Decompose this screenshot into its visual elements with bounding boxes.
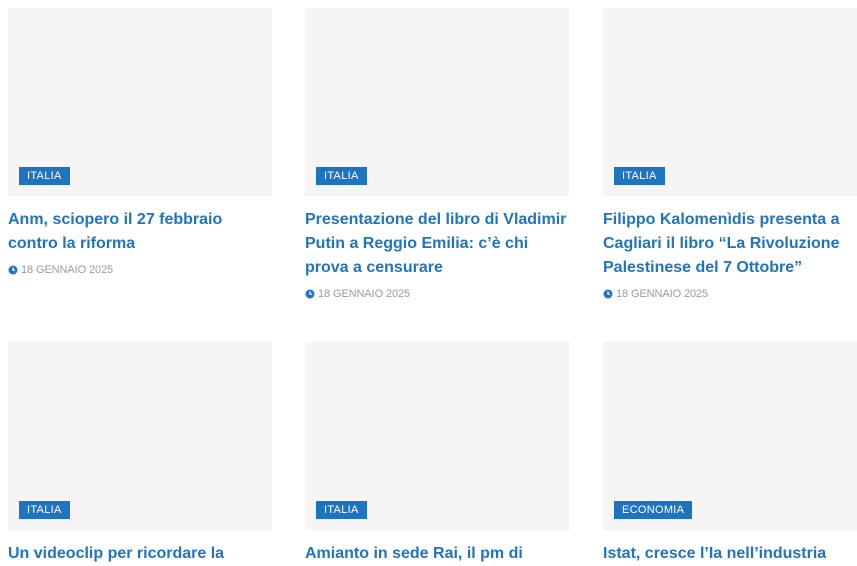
article-meta: 18 GENNAIO 2025 xyxy=(8,262,272,278)
article-title[interactable]: Un videoclip per ricordare la xyxy=(8,542,272,566)
article-meta: 18 GENNAIO 2025 xyxy=(603,286,857,302)
category-badge[interactable]: ITALIA xyxy=(614,167,665,185)
article-card: ITALIA Filippo Kalomenìdis presenta a Ca… xyxy=(603,8,857,302)
clock-icon xyxy=(603,289,613,299)
clock-icon xyxy=(8,265,18,275)
article-thumbnail[interactable]: ITALIA xyxy=(305,8,569,196)
article-title[interactable]: Presentazione del libro di Vladimir Puti… xyxy=(305,208,569,280)
category-badge[interactable]: ITALIA xyxy=(316,501,367,519)
article-card: ITALIA Amianto in sede Rai, il pm di xyxy=(305,342,569,566)
clock-icon xyxy=(305,289,315,299)
article-title[interactable]: Amianto in sede Rai, il pm di xyxy=(305,542,569,566)
article-thumbnail[interactable]: ITALIA xyxy=(603,8,857,196)
article-thumbnail[interactable]: ECONOMIA xyxy=(603,342,857,530)
article-thumbnail[interactable]: ITALIA xyxy=(8,8,272,196)
article-thumbnail[interactable]: ITALIA xyxy=(8,342,272,530)
article-date: 18 GENNAIO 2025 xyxy=(616,288,709,300)
article-card: ITALIA Un videoclip per ricordare la xyxy=(8,342,272,566)
article-title[interactable]: Filippo Kalomenìdis presenta a Cagliari … xyxy=(603,208,857,280)
category-badge[interactable]: ITALIA xyxy=(19,167,70,185)
article-card: ECONOMIA Istat, cresce l’Ia nell’industr… xyxy=(603,342,857,566)
category-badge[interactable]: ITALIA xyxy=(19,501,70,519)
article-title[interactable]: Istat, cresce l’Ia nell’industria xyxy=(603,542,857,566)
article-date: 18 GENNAIO 2025 xyxy=(318,288,411,300)
article-card: ITALIA Anm, sciopero il 27 febbraio cont… xyxy=(8,8,272,278)
article-thumbnail[interactable]: ITALIA xyxy=(305,342,569,530)
category-badge[interactable]: ECONOMIA xyxy=(614,501,693,519)
article-date: 18 GENNAIO 2025 xyxy=(21,264,114,276)
category-badge[interactable]: ITALIA xyxy=(316,167,367,185)
article-card: ITALIA Presentazione del libro di Vladim… xyxy=(305,8,569,302)
article-meta: 18 GENNAIO 2025 xyxy=(305,286,569,302)
article-title[interactable]: Anm, sciopero il 27 febbraio contro la r… xyxy=(8,208,272,256)
